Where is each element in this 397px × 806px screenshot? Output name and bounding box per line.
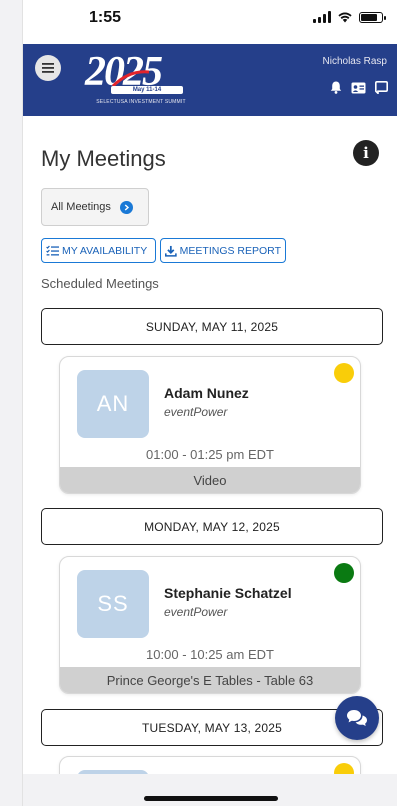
message-square-icon [375, 81, 388, 94]
meetings-report-button[interactable]: MEETINGS REPORT [160, 238, 286, 263]
messages-button[interactable] [374, 80, 389, 95]
meeting-card[interactable]: SS Stephanie Schatzel eventPower 10:00 -… [59, 556, 361, 694]
logo-dates: May 11-14 [132, 87, 162, 93]
profile-card-button[interactable] [351, 80, 366, 95]
download-icon [165, 245, 177, 257]
meeting-company: eventPower [164, 605, 228, 619]
meeting-attendee-name: Adam Nunez [164, 385, 249, 401]
meeting-time: 10:00 - 10:25 am EDT [146, 647, 274, 662]
info-icon: i [363, 144, 369, 162]
status-bar: 1:55 [23, 0, 397, 44]
app-header: 2025 May 11-14 SELECTUSA INVESTMENT SUMM… [23, 44, 397, 116]
meeting-location: Video [60, 467, 360, 493]
id-card-icon [351, 82, 366, 93]
page-title: My Meetings [41, 146, 166, 171]
signal-icon [313, 11, 331, 23]
meeting-card[interactable]: AN Adam Nunez eventPower 01:00 - 01:25 p… [59, 356, 361, 494]
menu-button[interactable] [35, 55, 61, 81]
battery-icon [359, 11, 386, 23]
meetings-filter-label: All Meetings [51, 201, 111, 213]
scheduled-meetings-label: Scheduled Meetings [41, 276, 159, 291]
info-button[interactable]: i [353, 140, 379, 166]
status-dot [334, 563, 354, 583]
meeting-attendee-name: Stephanie Schatzel [164, 585, 292, 601]
checklist-icon [46, 245, 59, 256]
header-icons [328, 80, 389, 95]
meeting-company: eventPower [164, 405, 228, 419]
day-header-sunday: SUNDAY, MAY 11, 2025 [41, 308, 383, 345]
app-screen: 1:55 2025 May 11-14 SELECTUSA INVESTMENT… [22, 0, 397, 806]
bottom-bar [23, 774, 397, 806]
my-availability-label: MY AVAILABILITY [62, 244, 148, 257]
status-time: 1:55 [89, 9, 122, 26]
meetings-report-label: MEETINGS REPORT [179, 244, 281, 257]
hamburger-icon [42, 63, 54, 73]
chat-bubbles-icon [347, 710, 367, 726]
day-header-monday: MONDAY, MAY 12, 2025 [41, 508, 383, 545]
meeting-time: 01:00 - 01:25 pm EDT [146, 447, 274, 462]
meetings-filter-select[interactable]: All Meetings [41, 188, 149, 226]
home-indicator [144, 796, 278, 801]
avatar: SS [77, 570, 149, 638]
bell-icon [330, 81, 341, 94]
my-availability-button[interactable]: MY AVAILABILITY [41, 238, 156, 263]
status-dot [334, 363, 354, 383]
day-header-tuesday: TUESDAY, MAY 13, 2025 [41, 709, 383, 746]
chat-button[interactable] [335, 696, 379, 740]
wifi-icon [338, 12, 352, 23]
user-name: Nicholas Rasp [322, 56, 387, 67]
logo-org: SELECTUSA INVESTMENT SUMMIT [96, 99, 186, 105]
notifications-button[interactable] [328, 80, 343, 95]
chevron-right-icon [119, 200, 133, 214]
logo-swoosh-icon [111, 70, 150, 88]
status-icons [313, 11, 386, 23]
meeting-location: Prince George's E Tables - Table 63 [60, 667, 360, 693]
avatar: AN [77, 370, 149, 438]
summit-logo: 2025 May 11-14 SELECTUSA INVESTMENT SUMM… [81, 50, 201, 110]
